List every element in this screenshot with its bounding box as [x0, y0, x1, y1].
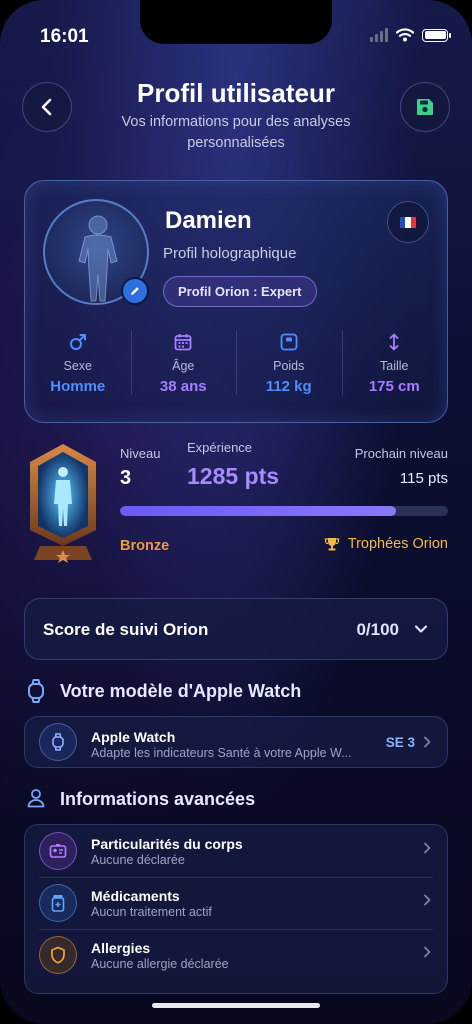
- stat-label: Âge: [172, 359, 195, 373]
- stat-weight[interactable]: Poids 112 kg: [236, 331, 342, 401]
- profile-level-badge: Profil Orion : Expert: [163, 276, 317, 307]
- flag-stripe: [410, 216, 416, 228]
- shield-icon: [51, 946, 65, 964]
- trophies-label: Trophées Orion: [347, 536, 448, 552]
- watch-model-value: SE 3: [385, 735, 415, 750]
- level-label: Niveau: [120, 446, 161, 461]
- list-item-subtitle: Aucune déclarée: [91, 853, 185, 867]
- list-item-subtitle: Aucun traitement actif: [91, 905, 212, 919]
- experience-value: 1285 pts: [187, 463, 280, 489]
- chevron-right-icon: [424, 736, 431, 748]
- score-card[interactable]: Score de suivi Orion 0/100: [24, 598, 448, 660]
- stat-value: 112 kg: [265, 378, 312, 395]
- chevron-right-icon: [424, 946, 431, 958]
- trophy-badge-icon[interactable]: [26, 442, 100, 574]
- next-level-label: Prochain niveau: [354, 446, 448, 461]
- chevron-right-icon: [424, 894, 431, 906]
- chevron-right-icon: [424, 842, 431, 854]
- save-icon: [417, 99, 433, 115]
- dynamic-island: [140, 0, 332, 44]
- watch-icon: [28, 679, 44, 703]
- level-value: 3: [120, 467, 132, 489]
- edit-avatar-button[interactable]: [121, 277, 149, 305]
- medication-icon: [51, 895, 65, 912]
- stat-label: Poids: [273, 359, 305, 373]
- profile-name: Damien: [165, 207, 252, 234]
- height-icon: [389, 333, 399, 351]
- experience-progress-fill: [120, 506, 396, 516]
- list-item-body-particularities[interactable]: Particularités du corps Aucune déclarée: [25, 825, 447, 877]
- calendar-icon: [174, 334, 192, 351]
- stat-age[interactable]: Âge 38 ans: [130, 331, 237, 401]
- shield-icon-wrap: [39, 936, 77, 974]
- score-value: 0/100: [356, 620, 399, 639]
- home-indicator: [152, 1003, 320, 1008]
- next-level-value: 115 pts: [399, 470, 448, 487]
- watch-row-title: Apple Watch: [91, 729, 176, 745]
- profile-description: Profil holographique: [163, 245, 297, 262]
- status-icons: [370, 28, 451, 42]
- body-card-icon: [49, 844, 67, 858]
- score-title: Score de suivi Orion: [43, 620, 209, 639]
- watch-section-title: Votre modèle d'Apple Watch: [60, 681, 302, 701]
- stat-sex[interactable]: Sexe Homme: [25, 331, 131, 401]
- status-time: 16:01: [40, 26, 89, 47]
- male-icon: [69, 334, 86, 350]
- status-bar: 16:01: [0, 0, 472, 56]
- stat-value: 38 ans: [159, 378, 207, 395]
- body-card-icon-wrap: [39, 832, 77, 870]
- stat-label: Taille: [380, 359, 409, 373]
- advanced-section-title: Informations avancées: [60, 789, 256, 809]
- watch-row-subtitle: Adapte les indicateurs Santé à votre App…: [91, 746, 352, 760]
- medication-icon-wrap: [39, 884, 77, 922]
- stat-label: Sexe: [63, 359, 93, 373]
- wifi-icon: [396, 28, 414, 42]
- stat-value: Homme: [50, 378, 106, 395]
- signal-icon: [370, 28, 388, 42]
- save-button[interactable]: [400, 82, 450, 132]
- french-flag-icon: [400, 216, 416, 228]
- page-subtitle: Vos informations pour des analyses perso…: [121, 114, 351, 151]
- stat-value: 175 cm: [368, 378, 420, 395]
- language-button[interactable]: [387, 201, 429, 243]
- profile-card: Damien Profil holographique Profil Orion…: [24, 180, 448, 423]
- list-item-allergies[interactable]: Allergies Aucune allergie déclarée: [25, 929, 447, 981]
- watch-icon: [52, 733, 64, 751]
- app-screen: 16:01 Profil utilisateur Vos information…: [0, 0, 472, 1024]
- trophies-link[interactable]: Trophées Orion: [324, 536, 448, 552]
- list-item-title: Particularités du corps: [91, 836, 243, 852]
- person-icon: [27, 789, 45, 808]
- list-item-title: Médicaments: [91, 888, 180, 904]
- rank-label: Bronze: [120, 538, 170, 554]
- chevron-down-icon: [414, 625, 428, 633]
- apple-watch-row[interactable]: Apple Watch Adapte les indicateurs Santé…: [24, 716, 448, 768]
- experience-label: Expérience: [187, 440, 253, 455]
- list-item-title: Allergies: [91, 940, 151, 956]
- trophy-icon: [324, 538, 339, 551]
- list-item-subtitle: Aucune allergie déclarée: [91, 957, 229, 971]
- scale-icon: [280, 333, 298, 351]
- experience-progress-bar: [120, 506, 448, 516]
- watch-row-icon: [39, 723, 77, 761]
- list-item-medications[interactable]: Médicaments Aucun traitement actif: [25, 877, 447, 929]
- battery-icon: [422, 28, 451, 42]
- pencil-icon: [131, 287, 139, 295]
- stat-height[interactable]: Taille 175 cm: [341, 331, 448, 401]
- advanced-info-list: Particularités du corps Aucune déclarée …: [24, 824, 448, 994]
- profile-stats: Sexe Homme Âge 38 ans Poids 112 kg Taill…: [25, 331, 447, 401]
